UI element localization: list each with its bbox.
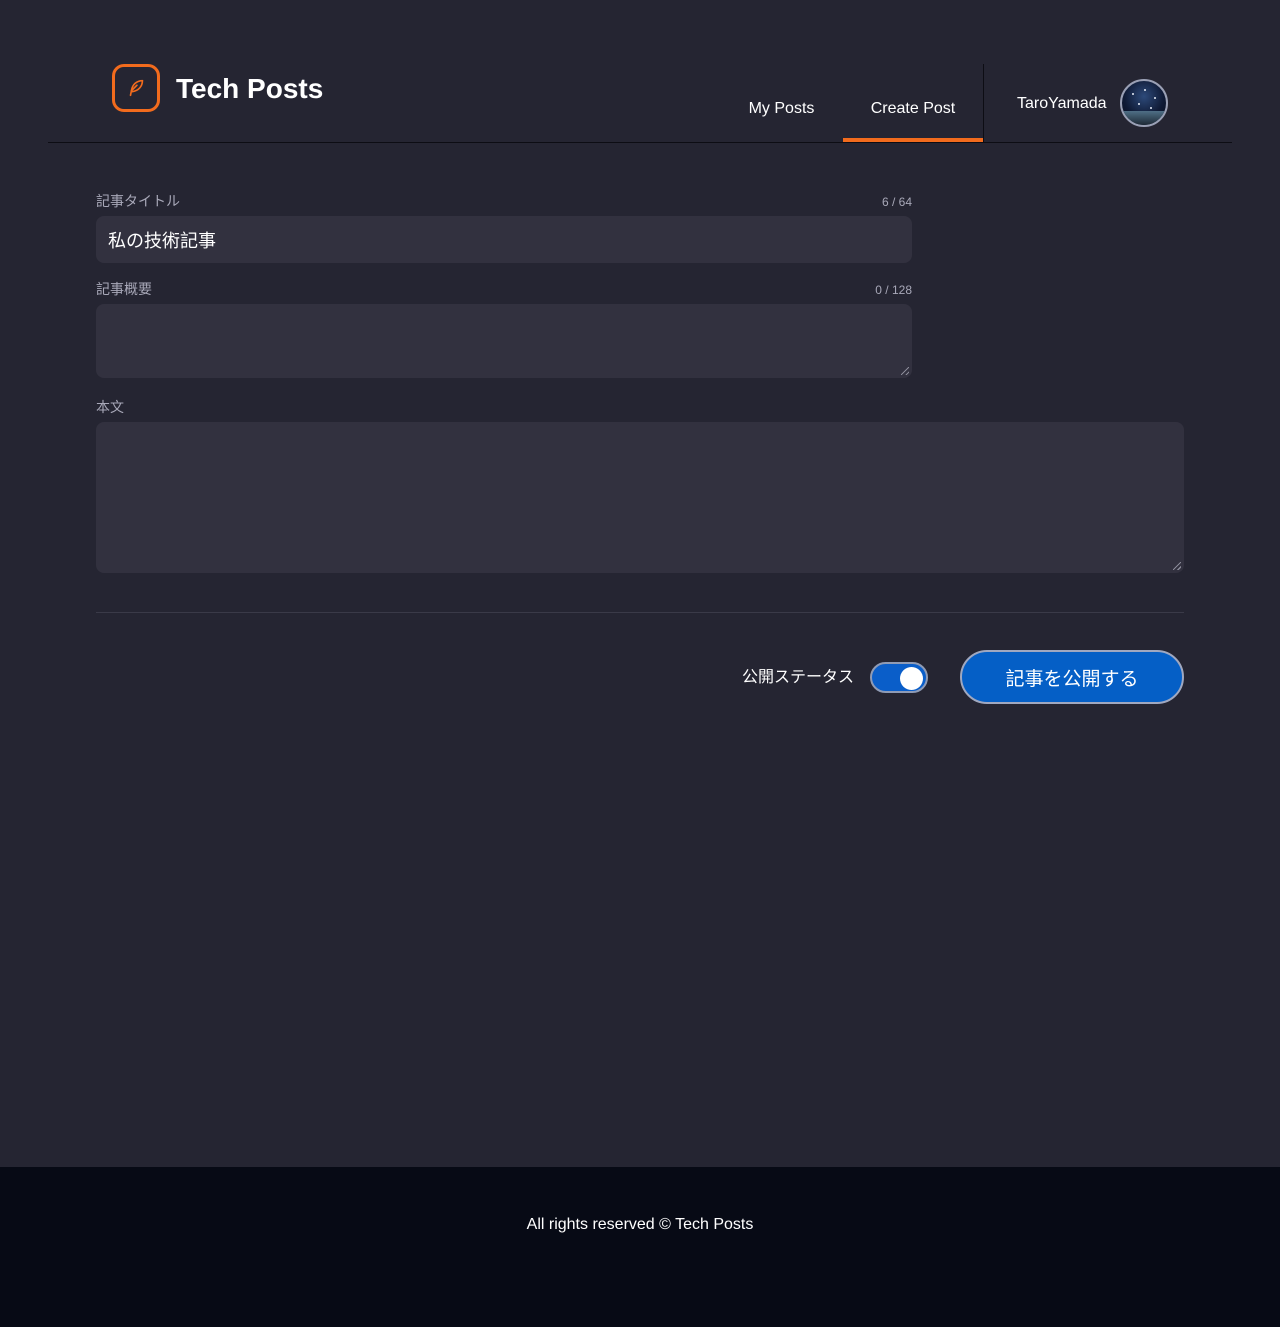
title-input-value: 私の技術記事	[108, 230, 216, 252]
nav-tab-my-posts[interactable]: My Posts	[720, 64, 843, 142]
summary-label: 記事概要	[96, 281, 152, 297]
nav-divider	[983, 64, 984, 142]
summary-counter: 0 / 128	[875, 283, 912, 297]
site-footer: All rights reserved © Tech Posts	[0, 1167, 1280, 1327]
avatar-ground	[1122, 111, 1166, 125]
toggle-knob	[900, 667, 923, 690]
copyright-text: All rights reserved © Tech Posts	[526, 1216, 754, 1233]
title-counter: 6 / 64	[881, 195, 912, 209]
resize-handle-icon[interactable]	[1173, 562, 1181, 570]
avatar-star	[1132, 93, 1134, 95]
avatar-star	[1138, 103, 1140, 105]
body-label: 本文	[96, 399, 124, 415]
site-header: Tech Posts My Posts Create Post TaroYama…	[48, 0, 1232, 143]
resize-handle-icon[interactable]	[901, 367, 909, 375]
brand-logo[interactable]	[112, 64, 160, 112]
avatar-star	[1154, 97, 1156, 99]
avatar-star	[1150, 107, 1152, 109]
user-name[interactable]: TaroYamada	[1017, 94, 1107, 114]
nav-tab-create-post[interactable]: Create Post	[843, 64, 983, 142]
divider	[96, 612, 1184, 613]
feather-icon	[129, 79, 144, 97]
title-label: 記事タイトル	[96, 193, 180, 209]
publish-button[interactable]: 記事を公開する	[960, 650, 1184, 704]
page: Tech Posts My Posts Create Post TaroYama…	[0, 0, 1280, 1327]
summary-textarea[interactable]	[96, 304, 912, 378]
title-input[interactable]: 私の技術記事	[96, 216, 912, 263]
brand-name[interactable]: Tech Posts	[176, 72, 323, 106]
publish-status-label: 公開ステータス	[742, 667, 855, 686]
user-avatar[interactable]	[1120, 79, 1168, 127]
publish-status-toggle[interactable]	[870, 662, 928, 693]
avatar-star	[1144, 89, 1146, 91]
body-textarea[interactable]	[96, 422, 1184, 573]
